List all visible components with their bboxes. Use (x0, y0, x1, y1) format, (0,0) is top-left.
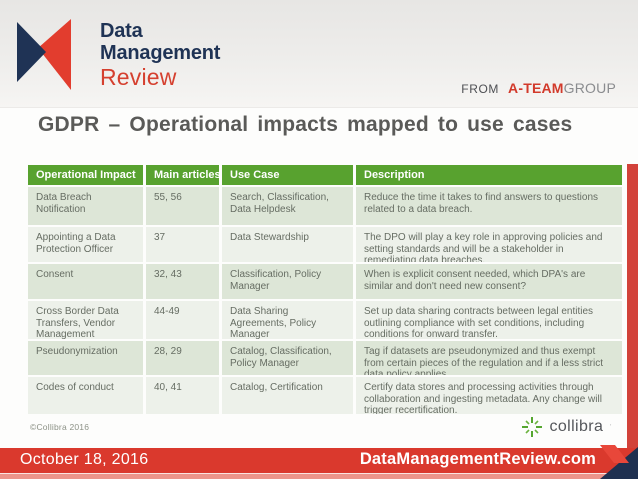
brand-line-review: Review (100, 64, 177, 90)
ateam-brand-gray: GROUP (563, 80, 616, 96)
table-row: Data Breach Notification 55, 56 Search, … (28, 187, 622, 225)
cell-impact: Data Breach Notification (28, 187, 143, 225)
cell-impact: Appointing a Data Protection Officer (28, 227, 143, 262)
table-row: Appointing a Data Protection Officer 37 … (28, 227, 622, 262)
cell-impact: Pseudonymization (28, 341, 143, 375)
cell-impact: Cross Border Data Transfers, Vendor Mana… (28, 301, 143, 339)
cell-use-case: Classification, Policy Manager (222, 264, 353, 299)
footer-corner-arrow-icon (600, 445, 638, 479)
collibra-wordmark: collibra (549, 418, 604, 435)
right-accent-strip (627, 164, 638, 448)
cell-use-case: Catalog, Classification, Policy Manager (222, 341, 353, 375)
collibra-pinwheel-icon (522, 417, 543, 437)
table-row: Codes of conduct 40, 41 Catalog, Certifi… (28, 377, 622, 414)
footer-site: DataManagementReview.com (359, 450, 596, 468)
cell-articles: 37 (146, 227, 219, 262)
cell-articles: 32, 43 (146, 264, 219, 299)
gdpr-table: Operational Impact Main articles Use Cas… (28, 165, 622, 414)
table-row: Consent 32, 43 Classification, Policy Ma… (28, 264, 622, 299)
cell-description: Reduce the time it takes to find answers… (356, 187, 622, 225)
collibra-logo: collibra ʾ (521, 416, 612, 438)
brand-line-management: Management (100, 42, 221, 64)
dmr-logo-icon (17, 19, 71, 90)
cell-description: The DPO will play a key role in approvin… (356, 227, 622, 262)
cell-use-case: Data Stewardship (222, 227, 353, 262)
collibra-copyright: ©Collibra 2016 (30, 422, 90, 432)
footer-bottom-strip (0, 473, 638, 479)
brand-text: Data Management Review (100, 20, 220, 90)
ateam-brand-red: A-TEAM (508, 80, 564, 96)
cell-articles: 55, 56 (146, 187, 219, 225)
cell-description: Certify data stores and processing activ… (356, 377, 622, 414)
cell-articles: 28, 29 (146, 341, 219, 375)
column-header-description: Description (356, 165, 622, 185)
cell-articles: 44-49 (146, 301, 219, 339)
cell-use-case: Search, Classification, Data Helpdesk (222, 187, 353, 225)
table-row: Cross Border Data Transfers, Vendor Mana… (28, 301, 622, 339)
cell-use-case: Data Sharing Agreements, Policy Manager (222, 301, 353, 339)
table-row: Pseudonymization 28, 29 Catalog, Classif… (28, 341, 622, 375)
from-label: FROM (461, 82, 500, 96)
cell-impact: Consent (28, 264, 143, 299)
table-header-row: Operational Impact Main articles Use Cas… (28, 165, 622, 185)
cell-articles: 40, 41 (146, 377, 219, 414)
cell-use-case: Catalog, Certification (222, 377, 353, 414)
column-header-operational-impact: Operational Impact (28, 165, 143, 185)
cell-description: Tag if datasets are pseudonymized and th… (356, 341, 622, 375)
cell-description: When is explicit consent needed, which D… (356, 264, 622, 299)
collibra-trademark-tick: ʾ (609, 422, 612, 432)
footer-date: October 18, 2016 (20, 451, 149, 468)
from-ateam-group: FROM A-TEAMGROUP (461, 80, 616, 98)
cell-impact: Codes of conduct (28, 377, 143, 414)
header-band: Data Management Review FROM A-TEAMGROUP (0, 0, 638, 108)
slide: Data Management Review FROM A-TEAMGROUP G… (0, 0, 638, 479)
column-header-use-case: Use Case (222, 165, 353, 185)
column-header-main-articles: Main articles (146, 165, 221, 185)
page-title: GDPR – Operational impacts mapped to use… (38, 113, 573, 136)
brand-line-data: Data (100, 20, 143, 42)
cell-description: Set up data sharing contracts between le… (356, 301, 622, 339)
